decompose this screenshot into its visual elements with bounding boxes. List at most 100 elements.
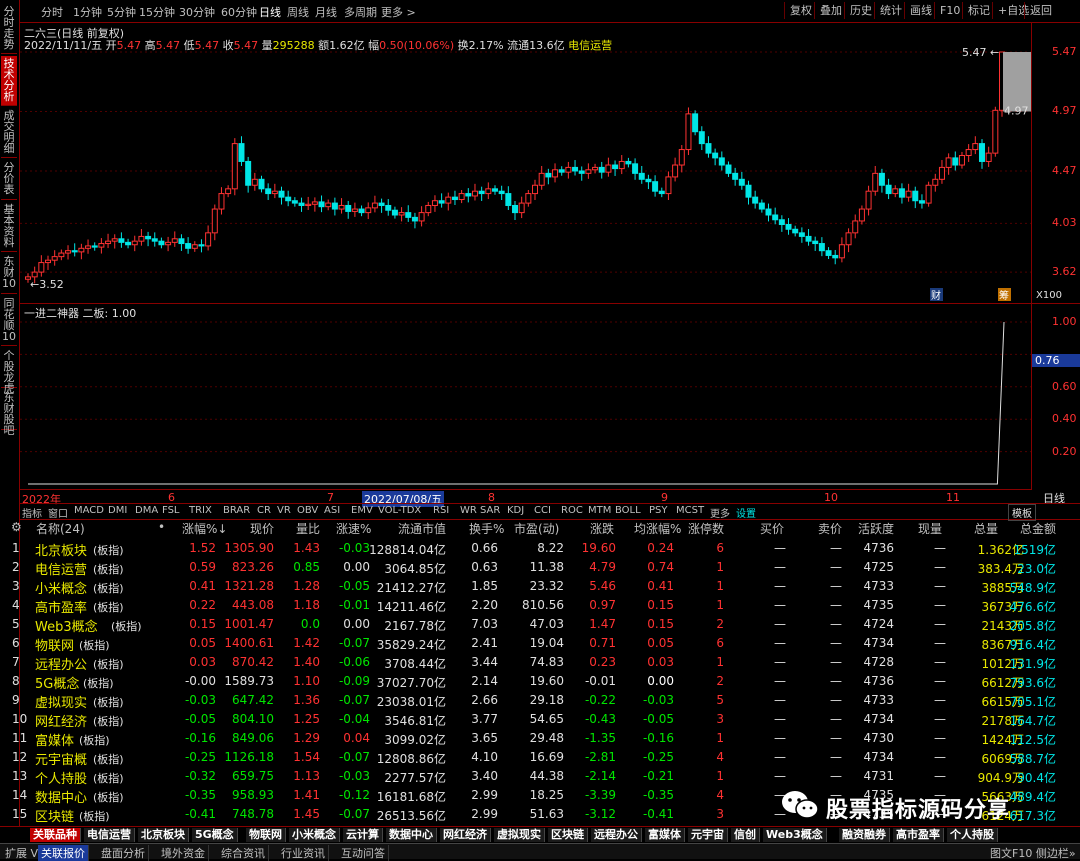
column-header-5[interactable]: 涨速% <box>336 520 371 537</box>
row-name[interactable]: 高市盈率 <box>35 597 87 616</box>
sector-tab-13[interactable]: 元宇宙 <box>688 828 728 842</box>
indicator-tab-17[interactable]: KDJ <box>507 505 524 516</box>
table-row[interactable]: 12 元宇宙概 (板指) -0.25 1126.18 1.54 -0.07 12808.86亿… <box>0 748 1080 768</box>
sector-tab-3[interactable]: 5G概念 <box>192 828 238 842</box>
settings-gear-icon[interactable]: ⚙ <box>11 520 22 534</box>
status-tab-4[interactable]: 综合资讯 <box>218 845 269 861</box>
indicator-tab-20[interactable]: MTM <box>588 505 611 516</box>
status-tab-5[interactable]: 行业资讯 <box>278 845 329 861</box>
column-header-15[interactable]: 现量 <box>918 520 942 537</box>
indicator-tab-4[interactable]: DMA <box>135 505 158 516</box>
column-header-14[interactable]: 活跃度 <box>858 520 894 537</box>
sector-tab-15[interactable]: Web3概念 <box>763 828 827 842</box>
indicator-tab-21[interactable]: BOLL <box>615 505 641 516</box>
column-header-2[interactable]: 涨幅%↓ <box>182 520 227 537</box>
indicator-tab-3[interactable]: DMI <box>108 505 127 516</box>
status-tab-3[interactable]: 境外资金 <box>158 845 209 861</box>
sector-tab-4[interactable]: 物联网 <box>246 828 286 842</box>
period-4[interactable]: 30分钟 <box>179 4 215 20</box>
sector-tab-5[interactable]: 小米概念 <box>289 828 340 842</box>
indicator-tab-10[interactable]: OBV <box>297 505 318 516</box>
indicator-tab-22[interactable]: PSY <box>649 505 668 516</box>
table-row[interactable]: 13 个人持股 (板指) -0.32 659.75 1.13 -0.03 2277.57亿 3.… <box>0 767 1080 787</box>
row-name[interactable]: 电信运营 <box>35 559 87 578</box>
sector-tab-17[interactable]: 高市盈率 <box>893 828 944 842</box>
period-7[interactable]: 周线 <box>287 4 309 20</box>
row-name[interactable]: 个人持股 <box>35 768 87 787</box>
indicator-tab-2[interactable]: MACD <box>74 505 104 516</box>
indicator-tab-1[interactable]: 窗口 <box>48 505 68 520</box>
period-6[interactable]: 日线 <box>259 4 281 20</box>
sector-tab-0[interactable]: 关联品种 <box>30 828 81 842</box>
left-tab-0[interactable]: 分时走势 <box>1 4 17 54</box>
table-row[interactable]: 9 虚拟现实 (板指) -0.03 647.42 1.36 -0.07 23038.01亿 2.… <box>0 691 1080 711</box>
indicator-tab-16[interactable]: SAR <box>480 505 500 516</box>
indicator-tab-19[interactable]: ROC <box>561 505 583 516</box>
status-tab-1[interactable]: 关联报价 <box>38 845 89 861</box>
sector-tab-16[interactable]: 融资融券 <box>839 828 890 842</box>
sector-tab-12[interactable]: 富媒体 <box>645 828 685 842</box>
column-header-17[interactable]: 总金额 <box>1020 520 1056 537</box>
period-0[interactable]: 分时 <box>41 4 63 20</box>
toolbar-button-1[interactable]: 叠加 <box>814 2 847 19</box>
indicator-tab-9[interactable]: VR <box>277 505 291 516</box>
sector-tab-8[interactable]: 网红经济 <box>440 828 491 842</box>
status-right[interactable]: 图文F10 侧边栏» <box>990 845 1076 861</box>
column-header-7[interactable]: 换手% <box>469 520 504 537</box>
status-tab-0[interactable]: 扩展 V <box>2 845 43 861</box>
indicator-tab-13[interactable]: VOL-TDX <box>378 505 421 516</box>
sector-tab-18[interactable]: 个人持股 <box>947 828 998 842</box>
status-tab-2[interactable]: 盘面分析 <box>98 845 149 861</box>
indicator-tab-5[interactable]: FSL <box>162 505 180 516</box>
column-header-9[interactable]: 涨跌 <box>590 520 614 537</box>
indicator-tab-24[interactable]: 更多 <box>710 505 730 520</box>
column-header-6[interactable]: 流通市值 <box>398 520 446 537</box>
period-5[interactable]: 60分钟 <box>221 4 257 20</box>
row-name[interactable]: 区块链 <box>35 806 74 825</box>
table-row[interactable]: 2 电信运营 (板指) 0.59 823.26 0.85 0.00 3064.85亿 0.63 1… <box>0 558 1080 578</box>
table-row[interactable]: 5 Web3概念 (板指) 0.15 1001.47 0.0 0.00 2167.78亿 7.0… <box>0 615 1080 635</box>
indicator-tab-8[interactable]: CR <box>257 505 271 516</box>
table-row[interactable]: 11 富媒体 (板指) -0.16 849.06 1.29 0.04 3099.02亿 3.65… <box>0 729 1080 749</box>
candlestick-chart[interactable]: 5.47 ← 4.97 - ←3.52 财 筹 <box>20 22 1031 302</box>
column-header-1[interactable]: • <box>158 520 165 534</box>
row-name[interactable]: Web3概念 <box>35 616 98 635</box>
left-tab-1[interactable]: 技术分析 <box>1 56 17 106</box>
left-tab-7[interactable]: 个股龙虎 <box>1 348 17 394</box>
column-header-12[interactable]: 买价 <box>760 520 784 537</box>
left-tab-8[interactable]: 东财股吧 <box>1 390 17 436</box>
left-tab-2[interactable]: 成交明细 <box>1 108 17 158</box>
table-row[interactable]: 1 北京板块 (板指) 1.52 1305.90 1.43 -0.03 128814.04亿 0… <box>0 539 1080 559</box>
sector-tab-6[interactable]: 云计算 <box>343 828 383 842</box>
period-9[interactable]: 多周期 <box>344 4 377 20</box>
indicator-tab-0[interactable]: 指标 <box>22 505 42 520</box>
sector-tab-11[interactable]: 远程办公 <box>591 828 642 842</box>
toolbar-button-3[interactable]: 统计 <box>874 2 907 19</box>
row-name[interactable]: 小米概念 <box>35 578 87 597</box>
table-row[interactable]: 7 远程办公 (板指) 0.03 870.42 1.40 -0.06 3708.44亿 3.44… <box>0 653 1080 673</box>
period-3[interactable]: 15分钟 <box>139 4 175 20</box>
column-header-16[interactable]: 总量 <box>974 520 998 537</box>
row-name[interactable]: 富媒体 <box>35 730 74 749</box>
sector-tab-2[interactable]: 北京板块 <box>138 828 189 842</box>
sector-tab-7[interactable]: 数据中心 <box>386 828 437 842</box>
sector-tab-9[interactable]: 虚拟现实 <box>494 828 545 842</box>
row-name[interactable]: 物联网 <box>35 635 74 654</box>
sector-tab-10[interactable]: 区块链 <box>548 828 588 842</box>
toolbar-button-4[interactable]: 画线 <box>904 2 937 19</box>
row-name[interactable]: 虚拟现实 <box>35 692 87 711</box>
column-header-4[interactable]: 量比 <box>296 520 320 537</box>
indicator-tab-11[interactable]: ASI <box>324 505 340 516</box>
column-header-3[interactable]: 现价 <box>250 520 274 537</box>
sector-tab-14[interactable]: 信创 <box>731 828 760 842</box>
left-tab-5[interactable]: 东财10 <box>1 254 17 294</box>
column-header-13[interactable]: 卖价 <box>818 520 842 537</box>
indicator-tab-25[interactable]: 设置 <box>736 505 756 520</box>
column-header-10[interactable]: 均涨幅% <box>634 520 681 537</box>
table-row[interactable]: 3 小米概念 (板指) 0.41 1321.28 1.28 -0.05 21412.27亿 1.… <box>0 577 1080 597</box>
table-row[interactable]: 4 高市盈率 (板指) 0.22 443.08 1.18 -0.01 14211.46亿 2.2… <box>0 596 1080 616</box>
toolbar-button-0[interactable]: 复权 <box>784 2 817 19</box>
indicator-tab-23[interactable]: MCST <box>676 505 704 516</box>
column-header-8[interactable]: 市盈(动) <box>514 520 559 537</box>
left-tab-6[interactable]: 同花顺10 <box>1 296 17 346</box>
